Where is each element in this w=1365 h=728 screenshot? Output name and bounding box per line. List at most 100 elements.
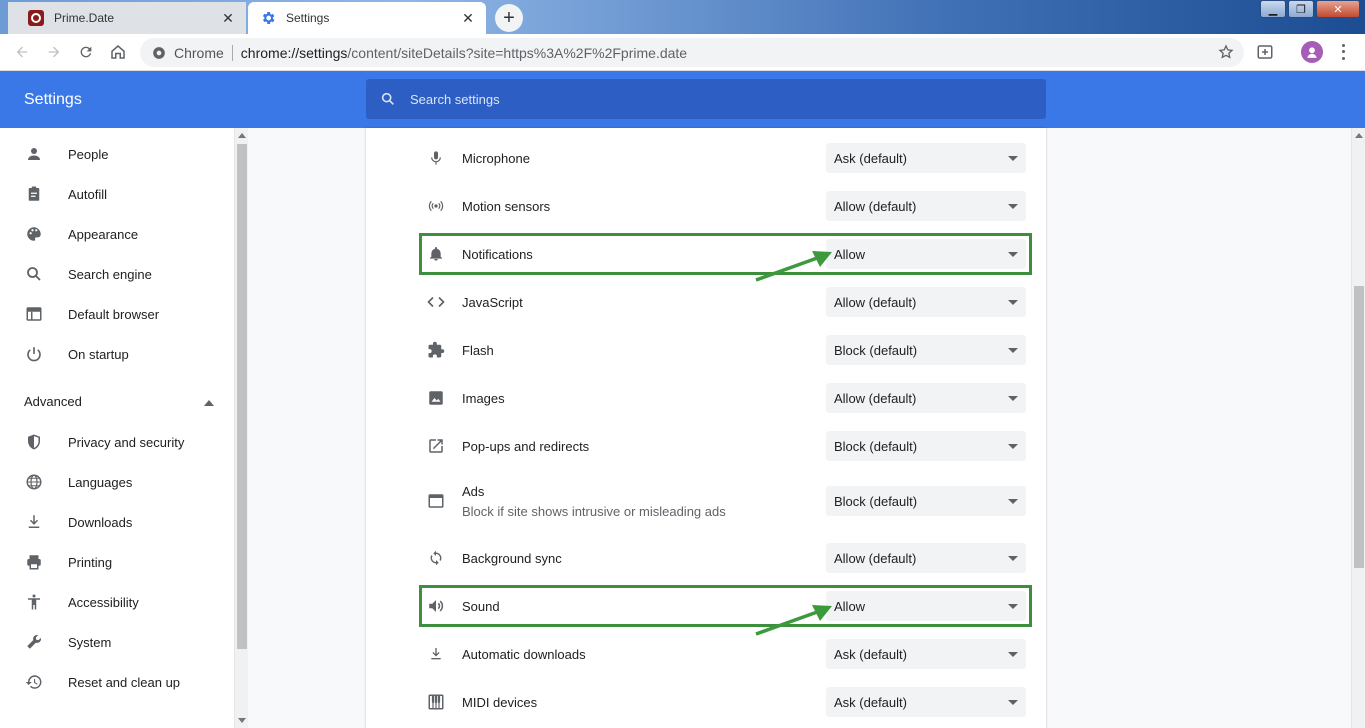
sidebar-item-reset-and-clean-up[interactable]: Reset and clean up bbox=[0, 662, 234, 702]
motion-sensors-select[interactable]: Allow (default) bbox=[826, 191, 1026, 221]
scroll-up-arrow-icon[interactable] bbox=[1355, 133, 1363, 138]
dropdown-caret-icon bbox=[1008, 204, 1018, 209]
site-chip[interactable]: Chrome bbox=[140, 45, 224, 61]
back-arrow-icon[interactable] bbox=[6, 36, 38, 68]
advanced-label: Advanced bbox=[24, 394, 82, 409]
sidebar-item-appearance[interactable]: Appearance bbox=[0, 214, 234, 254]
dropdown-caret-icon bbox=[1008, 396, 1018, 401]
globe-icon bbox=[24, 472, 44, 492]
dropdown-caret-icon bbox=[1008, 700, 1018, 705]
microphone-icon bbox=[420, 142, 452, 174]
palette-icon bbox=[24, 224, 44, 244]
notifications-select[interactable]: Allow bbox=[826, 239, 1026, 269]
select-value: Allow (default) bbox=[834, 198, 917, 214]
select-value: Block (default) bbox=[834, 342, 918, 358]
tab-prime-date[interactable]: Prime.Date ✕ bbox=[8, 2, 246, 34]
select-value: Allow bbox=[834, 598, 866, 614]
bell-icon bbox=[420, 238, 452, 270]
main-scrollbar[interactable] bbox=[1351, 128, 1365, 728]
automatic-downloads-select[interactable]: Ask (default) bbox=[826, 639, 1026, 669]
close-tab-icon[interactable]: ✕ bbox=[458, 8, 478, 28]
omnibox-separator bbox=[231, 44, 233, 61]
minimize-icon[interactable]: ▁ bbox=[1260, 0, 1286, 18]
download-icon bbox=[420, 638, 452, 670]
search-input[interactable] bbox=[410, 91, 1010, 107]
dropdown-caret-icon bbox=[1008, 156, 1018, 161]
sidebar-item-privacy-and-security[interactable]: Privacy and security bbox=[0, 422, 234, 462]
settings-sidebar: People Autofill Appearance Search engine… bbox=[0, 128, 234, 728]
download-icon bbox=[24, 512, 44, 532]
sidebar-item-on-startup[interactable]: On startup bbox=[0, 334, 234, 374]
select-value: Ask (default) bbox=[834, 694, 907, 710]
code-icon bbox=[420, 286, 452, 318]
settings-search[interactable] bbox=[366, 79, 1046, 119]
bookmark-star-icon[interactable] bbox=[1218, 44, 1234, 63]
tab-title: Prime.Date bbox=[54, 11, 115, 25]
sidebar-item-label: Downloads bbox=[68, 514, 133, 530]
close-tab-icon[interactable]: ✕ bbox=[218, 8, 238, 28]
sidebar-scrollbar[interactable] bbox=[234, 128, 248, 728]
dropdown-caret-icon bbox=[1008, 348, 1018, 353]
window-icon bbox=[420, 485, 452, 517]
permission-row-automatic-downloads: Automatic downloads Ask (default) bbox=[420, 638, 1032, 670]
sidebar-item-search-engine[interactable]: Search engine bbox=[0, 254, 234, 294]
reload-icon[interactable] bbox=[70, 36, 102, 68]
sidebar-item-label: Reset and clean up bbox=[68, 674, 181, 690]
sidebar-item-system[interactable]: System bbox=[0, 622, 234, 662]
dropdown-caret-icon bbox=[1008, 300, 1018, 305]
sidebar-item-label: Privacy and security bbox=[68, 434, 185, 450]
microphone-select[interactable]: Ask (default) bbox=[826, 143, 1026, 173]
site-chip-label: Chrome bbox=[174, 44, 224, 61]
piano-icon bbox=[420, 686, 452, 718]
more-menu-icon[interactable] bbox=[1336, 42, 1350, 62]
midi-devices-select[interactable]: Ask (default) bbox=[826, 687, 1026, 717]
image-icon bbox=[420, 382, 452, 414]
sidebar-item-printing[interactable]: Printing bbox=[0, 542, 234, 582]
open-external-icon bbox=[420, 430, 452, 462]
new-tab-button[interactable]: + bbox=[495, 4, 523, 32]
sidebar-item-people[interactable]: People bbox=[0, 134, 234, 174]
sound-select[interactable]: Allow bbox=[826, 591, 1026, 621]
profile-avatar-icon[interactable] bbox=[1301, 41, 1323, 63]
sidebar-item-languages[interactable]: Languages bbox=[0, 462, 234, 502]
prime-date-favicon-icon bbox=[28, 10, 44, 26]
sidebar-item-label: Languages bbox=[68, 474, 133, 490]
home-icon[interactable] bbox=[102, 36, 134, 68]
background-sync-select[interactable]: Allow (default) bbox=[826, 543, 1026, 573]
dropdown-caret-icon bbox=[1008, 604, 1018, 609]
page-title: Settings bbox=[24, 91, 82, 108]
sidebar-item-autofill[interactable]: Autofill bbox=[0, 174, 234, 214]
restore-icon bbox=[24, 672, 44, 692]
forward-arrow-icon[interactable] bbox=[38, 36, 70, 68]
sidebar-item-label: Autofill bbox=[68, 186, 108, 202]
advanced-section-toggle[interactable]: Advanced bbox=[24, 394, 214, 409]
flash-select[interactable]: Block (default) bbox=[826, 335, 1026, 365]
select-value: Block (default) bbox=[834, 438, 918, 454]
javascript-select[interactable]: Allow (default) bbox=[826, 287, 1026, 317]
tab-settings[interactable]: Settings ✕ bbox=[248, 2, 486, 34]
printer-icon bbox=[24, 552, 44, 572]
images-select[interactable]: Allow (default) bbox=[826, 383, 1026, 413]
main-scrollbar-thumb[interactable] bbox=[1354, 286, 1364, 568]
close-window-icon[interactable]: ✕ bbox=[1316, 0, 1360, 18]
sidebar-scrollbar-thumb[interactable] bbox=[237, 144, 247, 649]
url-host: chrome://settings bbox=[240, 44, 348, 61]
maximize-icon[interactable]: ❐ bbox=[1288, 0, 1314, 18]
shield-icon bbox=[24, 432, 44, 452]
sidebar-item-accessibility[interactable]: Accessibility bbox=[0, 582, 234, 622]
ads-select[interactable]: Block (default) bbox=[826, 486, 1026, 516]
popups-select[interactable]: Block (default) bbox=[826, 431, 1026, 461]
gear-icon bbox=[260, 10, 276, 26]
dropdown-caret-icon bbox=[1008, 652, 1018, 657]
window-controls: ▁ ❐ ✕ bbox=[1258, 0, 1365, 18]
sidebar-item-default-browser[interactable]: Default browser bbox=[0, 294, 234, 334]
sidebar-item-downloads[interactable]: Downloads bbox=[0, 502, 234, 542]
select-value: Block (default) bbox=[834, 493, 918, 509]
sidebar-item-label: System bbox=[68, 634, 112, 650]
clipboard-icon bbox=[24, 184, 44, 204]
scroll-up-arrow-icon[interactable] bbox=[238, 133, 246, 138]
extension-icon[interactable] bbox=[1256, 43, 1274, 66]
dropdown-caret-icon bbox=[1008, 499, 1018, 504]
scroll-down-arrow-icon[interactable] bbox=[238, 718, 246, 723]
address-bar[interactable]: Chrome chrome://settings/content/siteDet… bbox=[140, 38, 1244, 67]
